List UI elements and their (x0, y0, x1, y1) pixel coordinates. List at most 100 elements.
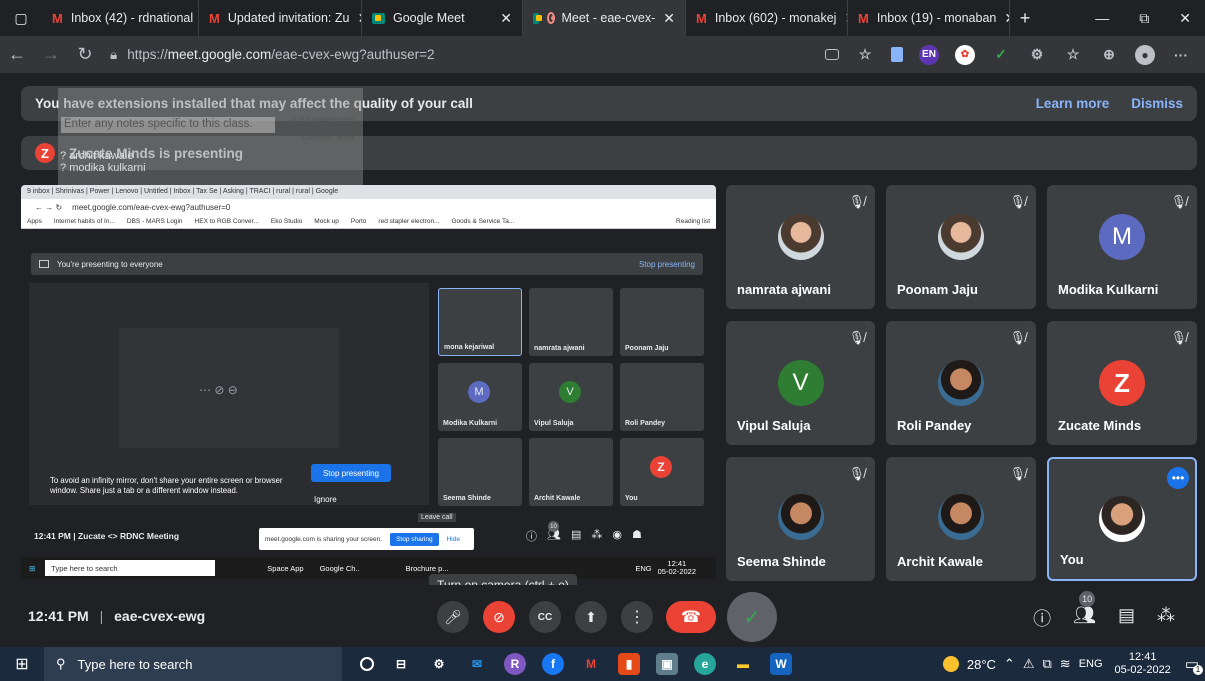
close-icon[interactable]: ✕ (349, 10, 361, 27)
check-extension-icon[interactable]: ✓ (991, 45, 1011, 65)
url-field[interactable]: 🔒︎ https://meet.google.com/eae-cvex-ewg?… (110, 41, 730, 69)
bookmark: Mock up (314, 218, 339, 225)
minimize-icon[interactable]: — (1095, 10, 1109, 27)
more-menu-icon[interactable]: ··· (1171, 45, 1191, 65)
dismiss-button[interactable]: Dismiss (1131, 96, 1183, 111)
mini-tile: V Vipul Saluja (529, 363, 613, 431)
window-close-icon[interactable]: ✕ (1179, 10, 1191, 27)
refresh-icon[interactable]: ↻ (68, 44, 102, 65)
notes-input[interactable]: Enter any notes specific to this class. (61, 117, 275, 133)
participant-tile[interactable]: 🎙︎̸ Poonam Jaju (886, 185, 1036, 309)
present-button[interactable]: ⬆ (575, 601, 607, 633)
people-button[interactable]: 👥︎ 10 (1073, 591, 1096, 631)
profile-avatar[interactable]: ● (1135, 44, 1155, 65)
participant-tile-self[interactable]: ••• You (1047, 457, 1197, 581)
windows-start-icon[interactable]: ⊞ (0, 654, 44, 674)
collections-icon[interactable]: ⊕ (1099, 45, 1119, 65)
cortana-icon[interactable] (360, 657, 374, 671)
mini-tile-name: Seema Shinde (443, 495, 491, 502)
activities-icon[interactable]: ⁂ (1157, 605, 1175, 631)
shared-stop-sharing-button: Stop sharing (390, 532, 439, 546)
clock[interactable]: 12:41 05-02-2022 (1115, 651, 1171, 677)
camera-button[interactable]: ⊘ (483, 601, 515, 633)
favorite-icon[interactable]: ☆ (855, 45, 875, 65)
participant-tile[interactable]: 🎙︎̸ namrata ajwani (726, 185, 875, 309)
notes-stats: # of 8 participants Start: 12:34 Duratio… (280, 115, 354, 142)
more-button[interactable]: ⋮ (621, 601, 653, 633)
bookmark: DBS - MARS Login (126, 218, 183, 225)
tray-app-icon[interactable]: ⧉ (1042, 656, 1051, 672)
close-icon[interactable]: ✕ (655, 10, 675, 27)
taskbar-search[interactable]: ⚲ Type here to search (44, 647, 342, 681)
more-options-icon[interactable]: ••• (1167, 467, 1189, 489)
close-icon[interactable]: ✕ (492, 10, 512, 27)
tab-1[interactable]: MInbox (42) - rdnational✕ (42, 0, 199, 36)
participant-tile[interactable]: 🎙︎̸ Seema Shinde (726, 457, 875, 581)
participant-tile[interactable]: 🎙︎̸ Roli Pandey (886, 321, 1036, 445)
participant-tile[interactable]: 🎙︎̸ Archit Kawale (886, 457, 1036, 581)
restore-icon[interactable]: ⧉ (1139, 10, 1149, 27)
tab-6[interactable]: M Inbox (19) - monaban✕ (848, 0, 1010, 36)
mini-tile-name: Modika Kulkarni (443, 420, 498, 427)
tray-wifi-icon[interactable]: ≋ (1060, 656, 1071, 672)
close-icon[interactable]: ✕ (836, 10, 847, 27)
chat-icon[interactable]: ▤ (1118, 605, 1135, 631)
extensions-icon[interactable]: ⚙ (1027, 45, 1047, 65)
bookmark: Internet habits of In... (53, 218, 115, 225)
shared-taskbar-item: Google Ch.. (319, 563, 360, 573)
word-icon[interactable]: W (770, 653, 792, 675)
participant-tile[interactable]: 🎙︎̸ M Modika Kulkarni (1047, 185, 1197, 309)
recording-icon (547, 12, 556, 24)
shared-meeting-info: 12:41 PM | Zucate <> RDNC Meeting (34, 531, 180, 541)
task-view-icon[interactable]: ⊟ (390, 653, 412, 675)
participant-tile[interactable]: 🎙︎̸ Z Zucate Minds (1047, 321, 1197, 445)
participant-tile[interactable]: 🎙︎̸ V Vipul Saluja (726, 321, 875, 445)
shared-participants-badge: 10 (548, 521, 559, 532)
weather-icon[interactable] (942, 656, 959, 672)
language-indicator[interactable]: ENG (1079, 658, 1103, 670)
language-extension-icon[interactable]: EN (919, 44, 939, 65)
mail-icon[interactable]: ✉ (466, 653, 488, 675)
forward-icon[interactable]: → (34, 44, 68, 65)
zucate-extension-icon[interactable]: ✿ (955, 44, 975, 65)
settings-icon[interactable]: ⚙ (428, 653, 450, 675)
tab-4[interactable]: Meet - eae-cvex- ✕ (523, 0, 686, 36)
weather-temp[interactable]: 28°C (967, 657, 996, 672)
learn-more-link[interactable]: Learn more (1036, 96, 1110, 111)
edge-icon[interactable]: e (694, 653, 716, 675)
search-icon: ⚲ (56, 656, 66, 671)
extension-check-button[interactable]: ✓ (727, 592, 777, 642)
close-icon[interactable]: ✕ (996, 10, 1009, 27)
leave-call-button[interactable]: ☎︎ (666, 601, 716, 633)
windows-taskbar: ⊞ ⚲ Type here to search ⊟ ⚙ ✉ R f M ▮ ▣ … (0, 647, 1205, 681)
notifications-icon[interactable]: ▭ 1 (1185, 655, 1203, 675)
app-icon[interactable]: ▣ (656, 653, 678, 675)
shared-taskbar-search: Type here to search (45, 560, 216, 576)
back-icon[interactable]: ← (0, 44, 34, 65)
new-tab-icon[interactable]: + (1010, 8, 1040, 29)
participant-name: Archit Kawale (897, 554, 983, 569)
captions-button[interactable]: CC (529, 601, 561, 633)
url-host: meet.google.com (167, 47, 272, 62)
sharing-notice-bar: meet.google.com is sharing your screen. … (259, 528, 474, 550)
shared-leave-tooltip: Leave call (418, 513, 456, 522)
favorites-list-icon[interactable]: ☆ (1063, 45, 1083, 65)
office-icon[interactable]: ▮ (618, 653, 640, 675)
r-app-icon[interactable]: R (504, 653, 526, 675)
shared-taskbar-item: Brochure p... (405, 563, 449, 573)
camera-blocked-icon[interactable] (825, 49, 839, 60)
facebook-icon[interactable]: f (542, 653, 564, 675)
shared-taskbar: ⊞ Type here to search Space App Google C… (21, 557, 716, 579)
meeting-details-icon[interactable]: ⓘ (1033, 605, 1051, 631)
tab-2[interactable]: M Updated invitation: Zu✕ (199, 0, 362, 36)
tray-chevron-icon[interactable]: ⌃ (1004, 656, 1015, 672)
tab-3[interactable]: Google Meet ✕ (362, 0, 523, 36)
gmail-taskbar-icon[interactable]: M (580, 653, 602, 675)
tab-5[interactable]: M Inbox (602) - monakej✕ (686, 0, 848, 36)
tray-network-icon[interactable]: ⚠ (1023, 656, 1035, 672)
tab-actions-icon[interactable]: ▢ (0, 10, 42, 27)
mic-button[interactable]: 🎤︎ (437, 601, 469, 633)
file-explorer-icon[interactable]: ▬ (732, 653, 754, 675)
control-bar: 12:41 PM | eae-cvex-ewg 🎤︎ ⊘ CC ⬆ ⋮ ☎︎ ✓… (0, 585, 1205, 647)
docs-extension-icon[interactable] (891, 47, 903, 62)
